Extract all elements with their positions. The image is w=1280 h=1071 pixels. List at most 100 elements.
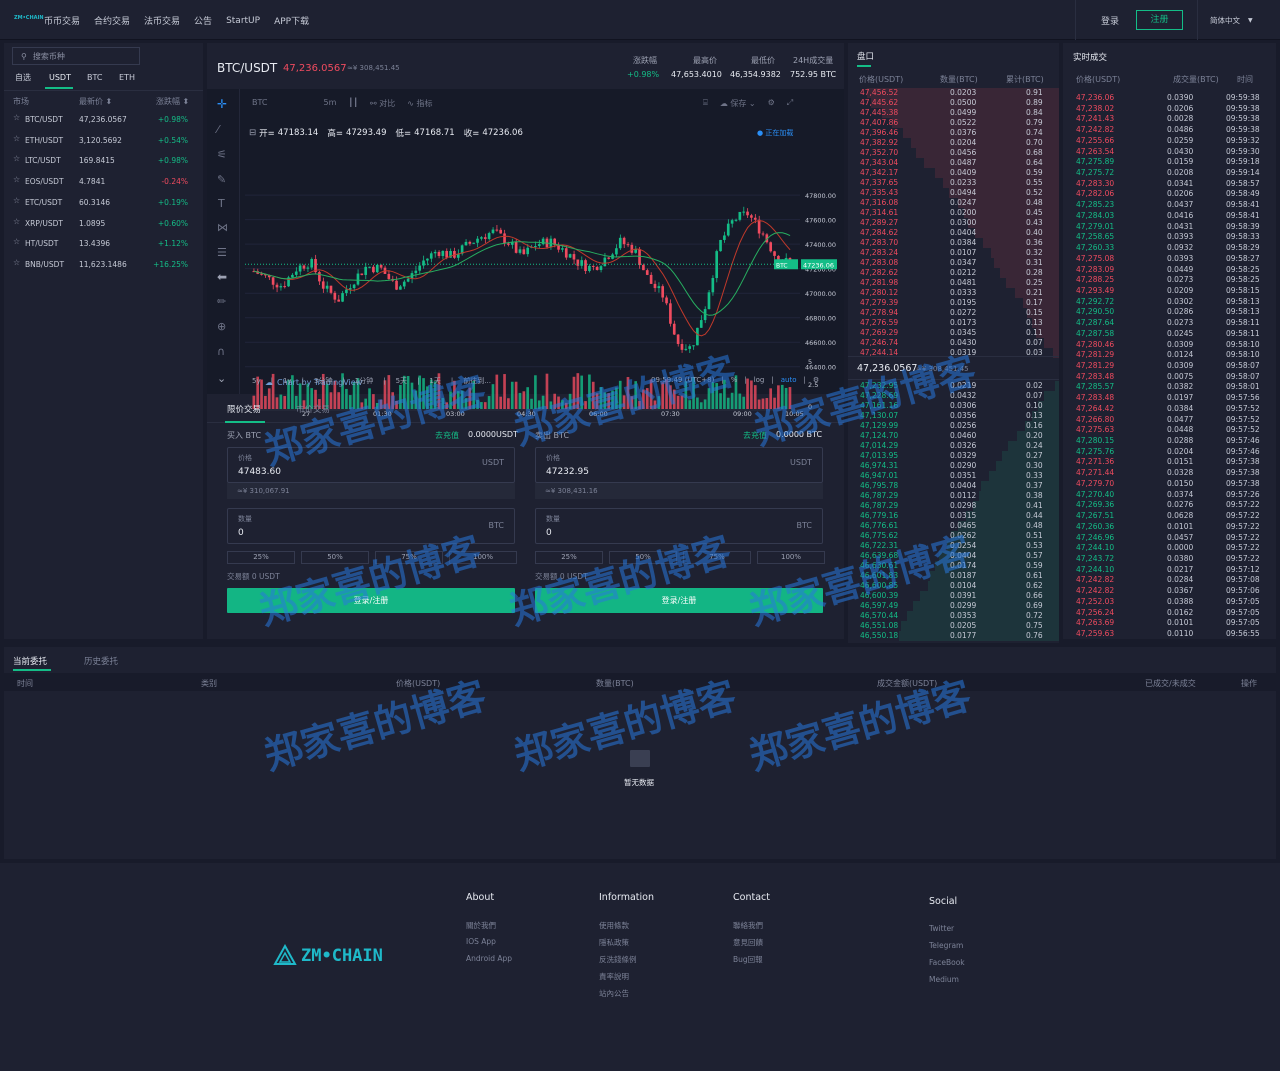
bid-row[interactable]: 46,630.61 0.0174 0.59 [848, 561, 1059, 571]
register-button[interactable]: 注册 [1136, 10, 1183, 30]
nav-app[interactable]: APP下载 [274, 14, 309, 27]
candle-type-icon[interactable]: ┃┃ [348, 98, 358, 109]
auto-toggle[interactable]: auto [781, 376, 797, 384]
sell-pct-25[interactable]: 25% [535, 551, 603, 564]
ask-row[interactable]: 47,246.74 0.0430 0.07 [848, 338, 1059, 348]
nav-notice[interactable]: 公告 [194, 14, 212, 27]
ask-row[interactable]: 47,352.70 0.0456 0.68 [848, 148, 1059, 158]
bid-row[interactable]: 46,779.16 0.0315 0.44 [848, 511, 1059, 521]
sell-price-field[interactable]: 价格 USDT 47232.95 [535, 447, 823, 483]
crosshair-icon[interactable]: ✛ [217, 97, 227, 111]
footer-link[interactable]: 站內公告 [599, 988, 629, 999]
market-row[interactable]: ☆ LTC/USDT 169.8415 +0.98% [4, 150, 203, 170]
bid-row[interactable]: 46,722.31 0.0254 0.53 [848, 541, 1059, 551]
star-icon[interactable]: ☆ [13, 237, 20, 246]
ask-row[interactable]: 47,407.86 0.0522 0.79 [848, 118, 1059, 128]
nav-fiat[interactable]: 法币交易 [144, 14, 180, 27]
sell-qty-input[interactable]: 0 [546, 528, 552, 538]
nav-contract[interactable]: 合约交易 [94, 14, 130, 27]
save-button[interactable]: ☁ 保存 ⌄ [720, 98, 756, 109]
sell-pct-75[interactable]: 75% [683, 551, 751, 564]
footer-link[interactable]: Bug回報 [733, 954, 763, 965]
ask-row[interactable]: 47,445.38 0.0499 0.84 [848, 108, 1059, 118]
sell-price-input[interactable]: 47232.95 [546, 467, 589, 477]
log-toggle[interactable]: log [754, 376, 765, 384]
bid-row[interactable]: 46,551.08 0.0205 0.75 [848, 621, 1059, 631]
login-link[interactable]: 登录 [1101, 14, 1119, 27]
tab-favorites[interactable]: 自选 [15, 72, 49, 83]
ask-row[interactable]: 47,284.62 0.0404 0.40 [848, 228, 1059, 238]
pattern-icon[interactable]: ⋈ [217, 221, 228, 234]
footer-link[interactable]: Android App [466, 954, 512, 963]
footer-link[interactable]: Telegram [929, 941, 963, 950]
sell-pct-100[interactable]: 100% [757, 551, 825, 564]
search-box[interactable]: ⚲ 搜索币种 [12, 47, 140, 65]
bid-row[interactable]: 46,600.39 0.0391 0.66 [848, 591, 1059, 601]
bid-row[interactable]: 47,124.70 0.0460 0.20 [848, 431, 1059, 441]
brush-icon[interactable]: ✎ [217, 173, 226, 186]
range-5d[interactable]: 5天 [396, 376, 407, 386]
footer-link[interactable]: IOS App [466, 937, 496, 946]
bid-row[interactable]: 46,776.61 0.0465 0.48 [848, 521, 1059, 531]
goto-date[interactable]: 前往到... [463, 376, 491, 386]
footer-link[interactable]: 使用條款 [599, 920, 629, 931]
bid-row[interactable]: 46,787.29 0.0298 0.41 [848, 501, 1059, 511]
tab-usdt[interactable]: USDT [49, 73, 87, 82]
settings-icon[interactable]: ⚙ [768, 98, 775, 109]
range-1y[interactable]: 1y [283, 377, 292, 385]
range-1d[interactable]: 1天 [429, 376, 440, 386]
bid-row[interactable]: 46,601.83 0.0187 0.61 [848, 571, 1059, 581]
bid-row[interactable]: 47,232.95 0.0219 0.02 [848, 381, 1059, 391]
ask-row[interactable]: 47,289.27 0.0300 0.43 [848, 218, 1059, 228]
tab-btc[interactable]: BTC [87, 73, 119, 82]
nav-startup[interactable]: StartUP [226, 16, 260, 26]
magnet-icon[interactable]: ∩ [217, 345, 225, 358]
buy-recharge-link[interactable]: 去充值 [435, 430, 459, 441]
bid-row[interactable]: 47,130.07 0.0356 0.13 [848, 411, 1059, 421]
bid-row[interactable]: 46,550.18 0.0177 0.76 [848, 631, 1059, 641]
footer-link[interactable]: 反洗錢條例 [599, 954, 637, 965]
ask-row[interactable]: 47,445.62 0.0500 0.89 [848, 98, 1059, 108]
footer-link[interactable]: Twitter [929, 924, 954, 933]
star-icon[interactable]: ☆ [13, 154, 20, 163]
language-select[interactable]: 简体中文 ▼ [1210, 15, 1253, 26]
col-price[interactable]: 最新价 ⬍ [79, 96, 112, 107]
percent-toggle[interactable]: % [731, 376, 738, 384]
star-icon[interactable]: ☆ [13, 134, 20, 143]
tab-eth[interactable]: ETH [119, 73, 149, 82]
fullscreen-icon[interactable]: ⤢ [787, 98, 793, 109]
buy-pct-100[interactable]: 100% [449, 551, 517, 564]
buy-pct-75[interactable]: 75% [375, 551, 443, 564]
col-market[interactable]: 市场 [13, 96, 29, 107]
star-icon[interactable]: ☆ [13, 175, 20, 184]
sell-login-button[interactable]: 登录/注册 [535, 588, 823, 613]
footer-link[interactable]: FaceBook [929, 958, 965, 967]
ruler-icon[interactable]: ✏ [217, 295, 226, 308]
ask-row[interactable]: 47,335.43 0.0494 0.52 [848, 188, 1059, 198]
zoom-icon[interactable]: ⊕ [217, 320, 226, 333]
range-5y[interactable]: 5y [252, 377, 261, 385]
buy-pct-50[interactable]: 50% [301, 551, 369, 564]
bid-row[interactable]: 46,775.62 0.0262 0.51 [848, 531, 1059, 541]
interval-button[interactable]: 5m [324, 98, 337, 109]
ask-row[interactable]: 47,276.59 0.0173 0.13 [848, 318, 1059, 328]
footer-link[interactable]: 意見回饋 [733, 937, 763, 948]
bid-row[interactable]: 46,947.01 0.0351 0.33 [848, 471, 1059, 481]
indicators-button[interactable]: ∿ 指标 [407, 98, 432, 109]
symbol-button[interactable]: BTC [252, 98, 268, 109]
market-row[interactable]: ☆ ETH/USDT 3,120.5692 +0.54% [4, 130, 203, 150]
footer-link[interactable]: Medium [929, 975, 959, 984]
ask-row[interactable]: 47,396.46 0.0376 0.74 [848, 128, 1059, 138]
footer-logo[interactable]: ZM•CHAIN [273, 944, 383, 968]
ask-row[interactable]: 47,343.04 0.0487 0.64 [848, 158, 1059, 168]
bid-row[interactable]: 47,013.95 0.0329 0.27 [848, 451, 1059, 461]
market-row[interactable]: ☆ EOS/USDT 4.7841 -0.24% [4, 171, 203, 191]
buy-pct-25[interactable]: 25% [227, 551, 295, 564]
ask-row[interactable]: 47,382.92 0.0204 0.70 [848, 138, 1059, 148]
buy-price-field[interactable]: 价格 USDT 47483.60 [227, 447, 515, 483]
search-input[interactable]: 搜索币种 [33, 51, 65, 62]
star-icon[interactable]: ☆ [13, 196, 20, 205]
ask-row[interactable]: 47,278.94 0.0272 0.15 [848, 308, 1059, 318]
nav-spot[interactable]: 币币交易 [44, 14, 80, 27]
market-row[interactable]: ☆ XRP/USDT 1.0895 +0.60% [4, 213, 203, 233]
